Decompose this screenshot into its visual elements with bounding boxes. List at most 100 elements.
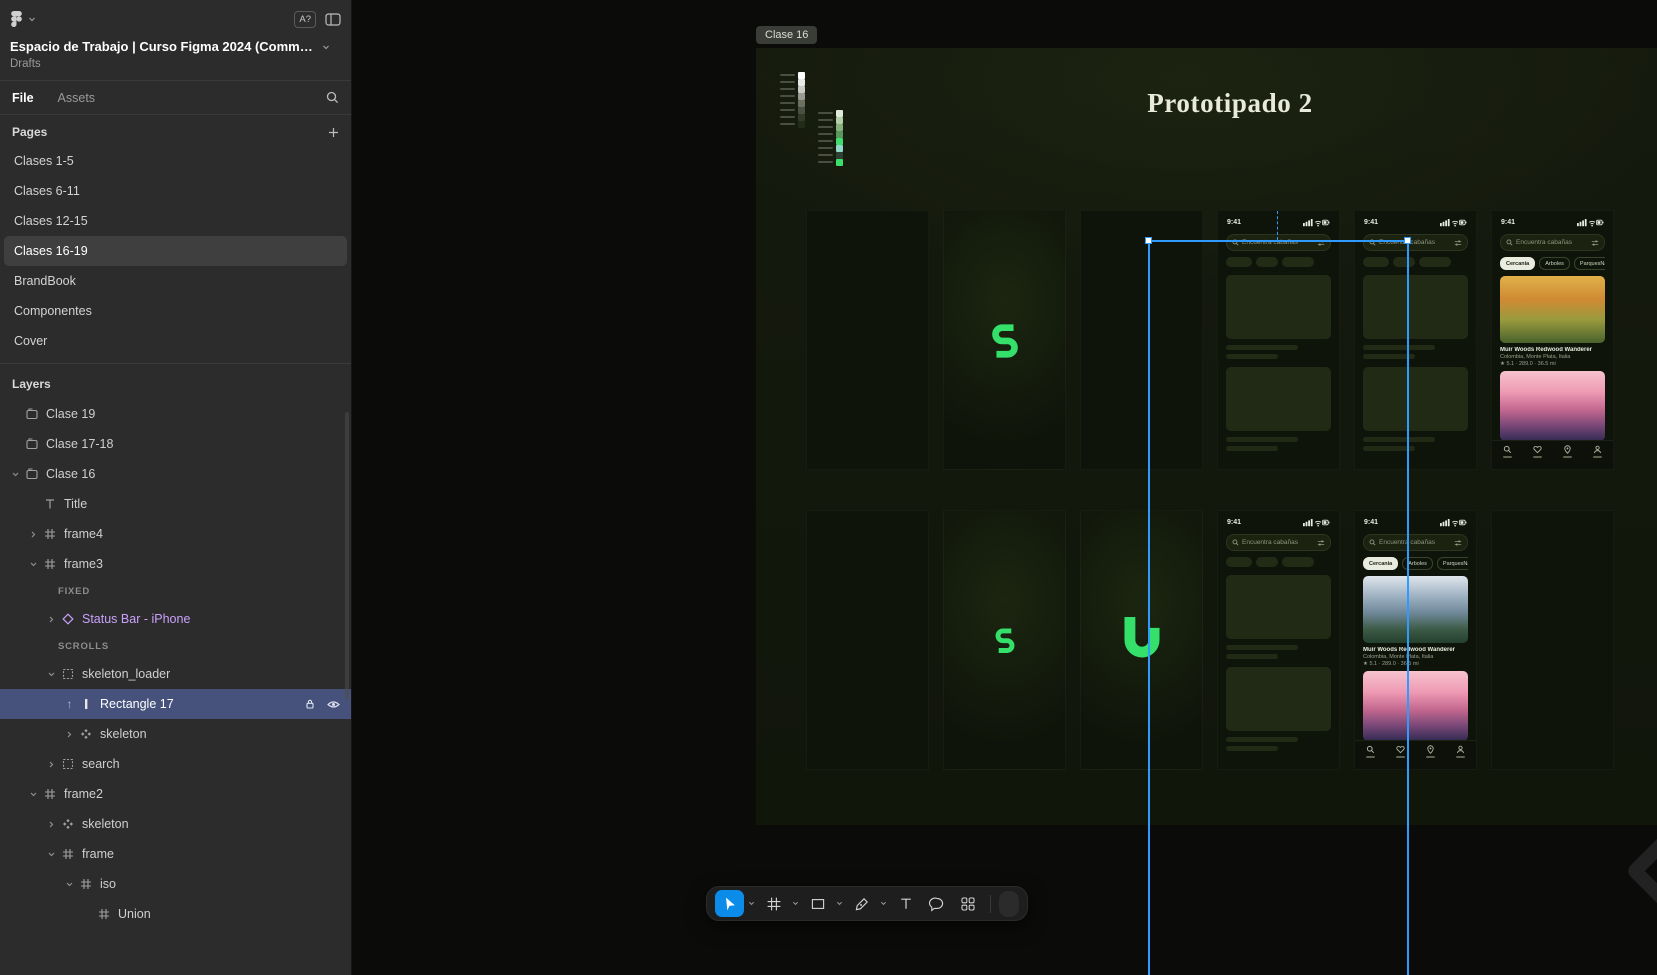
canvas-frame-frame3[interactable]: frame3 9:41 Encuentra cabañas [1217, 210, 1340, 470]
canvas-frame-after-delay1[interactable]: after-delay1 [806, 510, 929, 770]
chevron-right-icon[interactable] [44, 760, 59, 769]
canvas-frame-after-delay2[interactable]: after-delay2 [943, 510, 1066, 770]
page-item-cover[interactable]: Cover [4, 326, 347, 356]
filter-chips[interactable]: CercaniaArbolesParquesNaturales [1500, 257, 1605, 270]
lock-icon[interactable] [304, 698, 316, 710]
chevron-right-icon[interactable] [44, 820, 59, 829]
canvas-frame-frame1[interactable]: frame1 [943, 210, 1066, 470]
pen-tool-button[interactable] [847, 890, 876, 917]
page-item-clases-12-15[interactable]: Clases 12-15 [4, 206, 347, 236]
add-page-icon[interactable] [328, 127, 339, 138]
comment-tool-button[interactable] [922, 890, 951, 917]
breadcrumb-drafts[interactable]: Drafts [0, 54, 351, 81]
layer-status-bar-iphone[interactable]: Status Bar - iPhone [0, 604, 351, 634]
phone-search-bar[interactable]: Encuentra cabañas [1226, 234, 1331, 251]
frame-name-badge[interactable]: Clase 16 [756, 26, 818, 44]
canvas-frame-frame5[interactable]: frame5 9:41 Encuentra cabañas CercaniaAr… [1491, 210, 1614, 470]
chevron-down-icon[interactable] [26, 790, 41, 799]
pen-tool-chevron[interactable] [878, 890, 889, 917]
phone-bottom-nav[interactable] [1355, 740, 1476, 769]
figma-menu-icon[interactable] [10, 11, 23, 27]
canvas-frame-after-delay4[interactable]: after-delay4 9:41 Encuentra cabañas [1217, 510, 1340, 770]
card-photo-sunset[interactable] [1500, 371, 1605, 441]
chevron-right-icon[interactable] [44, 615, 59, 624]
phone-bottom-nav[interactable] [1492, 440, 1613, 469]
shape-tool-button[interactable] [803, 890, 832, 917]
canvas[interactable]: Clase 16 Prototipado 2 frame0frame1frame… [352, 0, 1657, 975]
nav-search-icon[interactable] [1365, 745, 1375, 758]
layer-iso[interactable]: iso [0, 869, 351, 899]
nav-search-icon[interactable] [1502, 445, 1512, 458]
selection-handle-top-left[interactable] [1145, 237, 1152, 244]
chevron-down-icon[interactable] [8, 470, 23, 479]
card-photo-mountain[interactable] [1363, 576, 1468, 643]
page-item-clases-16-19[interactable]: Clases 16-19 [4, 236, 347, 266]
nav-heart-icon[interactable] [1395, 745, 1405, 758]
canvas-frame-frame0[interactable]: frame0 [806, 210, 929, 470]
nav-pin-icon[interactable] [1426, 745, 1436, 758]
chevron-down-icon[interactable] [44, 850, 59, 859]
page-item-clases-1-5[interactable]: Clases 1-5 [4, 146, 347, 176]
card-photo-sunset[interactable] [1363, 671, 1468, 741]
move-tool-button[interactable] [715, 890, 744, 917]
phone-search-bar[interactable]: Encuentra cabañas [1363, 234, 1468, 251]
text-tool-button[interactable] [891, 890, 920, 917]
layer-skeleton-loader[interactable]: skeleton_loader [0, 659, 351, 689]
layer-clase-17-18[interactable]: Clase 17-18 [0, 429, 351, 459]
selection-handle-top-right[interactable] [1404, 237, 1411, 244]
actions-tool-button[interactable] [953, 890, 982, 917]
canvas-frame-after-delay3[interactable]: after-delay3 [1080, 510, 1203, 770]
chip-cercania[interactable]: Cercania [1363, 557, 1399, 570]
layer-frame[interactable]: frame [0, 839, 351, 869]
frame-tool-button[interactable] [759, 890, 788, 917]
workspace-title-row[interactable]: Espacio de Trabajo | Curso Figma 2024 (C… [0, 38, 351, 54]
eye-icon[interactable] [327, 698, 340, 711]
layer-frame3[interactable]: frame3 [0, 549, 351, 579]
tab-file[interactable]: File [12, 91, 34, 105]
search-icon[interactable] [326, 91, 339, 104]
chevron-down-icon[interactable] [62, 880, 77, 889]
layer-frame4[interactable]: frame4 [0, 519, 351, 549]
page-item-brandbook[interactable]: BrandBook [4, 266, 347, 296]
page-item-clases-6-11[interactable]: Clases 6-11 [4, 176, 347, 206]
phone-search-bar[interactable]: Encuentra cabañas [1500, 234, 1605, 251]
ai-badge[interactable]: A? [294, 10, 316, 28]
layer-frame2[interactable]: frame2 [0, 779, 351, 809]
layer-search[interactable]: search [0, 749, 351, 779]
clase-16-frame[interactable]: Prototipado 2 frame0frame1frame2frame3 9… [756, 48, 1657, 825]
phone-search-bar[interactable]: Encuentra cabañas [1226, 534, 1331, 551]
tab-assets[interactable]: Assets [58, 91, 96, 105]
layer-clase-19[interactable]: Clase 19 [0, 399, 351, 429]
layer-clase-16[interactable]: Clase 16 [0, 459, 351, 489]
layer-title[interactable]: Title [0, 489, 351, 519]
chip-parquesnaturales[interactable]: ParquesNaturales [1436, 557, 1468, 570]
nav-pin-icon[interactable] [1563, 445, 1573, 458]
dev-mode-toggle[interactable] [999, 890, 1019, 917]
canvas-frame-frame4[interactable]: frame4 9:41 Encuentra cabañas [1354, 210, 1477, 470]
chip-parquesnaturales[interactable]: ParquesNaturales [1573, 257, 1605, 270]
card-photo-flowers[interactable] [1500, 276, 1605, 343]
nav-heart-icon[interactable] [1532, 445, 1542, 458]
move-tool-chevron[interactable] [746, 890, 757, 917]
canvas-frame-after-delay5[interactable]: after-delay5 9:41 Encuentra cabañas Cerc… [1354, 510, 1477, 770]
chevron-down-icon[interactable] [44, 670, 59, 679]
chevron-down-icon[interactable] [26, 560, 41, 569]
chevron-right-icon[interactable] [26, 530, 41, 539]
frame-tool-chevron[interactable] [790, 890, 801, 917]
chip-arboles[interactable]: Arboles [1539, 257, 1570, 270]
sidebar-toggle-icon[interactable] [325, 12, 341, 27]
chevron-right-icon[interactable] [62, 730, 77, 739]
nav-person-icon[interactable] [1593, 445, 1603, 458]
chevron-down-icon[interactable] [28, 15, 36, 23]
nav-person-icon[interactable] [1456, 745, 1466, 758]
canvas-frame-frame2[interactable]: frame2 [1080, 210, 1203, 470]
canvas-frame-after-delay6[interactable]: after-delay6 [1491, 510, 1614, 770]
filter-chips[interactable]: CercaniaArbolesParquesNaturales [1363, 557, 1468, 570]
phone-search-bar[interactable]: Encuentra cabañas [1363, 534, 1468, 551]
layer-skeleton[interactable]: skeleton [0, 719, 351, 749]
shape-tool-chevron[interactable] [834, 890, 845, 917]
layer-rectangle-17[interactable]: ↑ Rectangle 17 [0, 689, 351, 719]
layer-skeleton[interactable]: skeleton [0, 809, 351, 839]
sidebar-scrollbar[interactable] [345, 412, 349, 700]
page-item-componentes[interactable]: Componentes [4, 296, 347, 326]
